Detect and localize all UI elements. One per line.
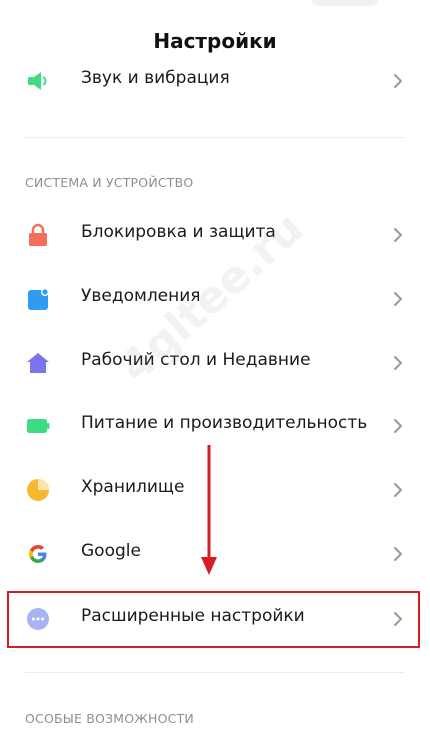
chevron-right-icon — [394, 228, 402, 242]
status-bar-remnant — [0, 0, 430, 8]
settings-item-sound[interactable]: Звук и вибрация — [0, 53, 430, 109]
chevron-right-icon — [394, 292, 402, 306]
page-title: Настройки — [153, 29, 277, 53]
settings-item-label: Уведомления — [81, 286, 201, 306]
chevron-right-icon — [394, 356, 402, 370]
settings-item-label: Рабочий стол и Недавние — [81, 350, 311, 370]
chevron-right-icon — [394, 419, 402, 433]
settings-item-label: Питание и производительность — [81, 413, 368, 433]
chevron-right-icon — [394, 547, 402, 561]
google-icon — [29, 545, 47, 563]
settings-item-home-screen[interactable]: Рабочий стол и Недавние — [0, 335, 430, 391]
settings-item-notifications[interactable]: Уведомления — [0, 271, 430, 327]
battery-icon — [27, 419, 50, 433]
divider — [25, 672, 405, 673]
top-pill — [310, 0, 380, 6]
pie-chart-icon — [27, 479, 49, 501]
section-header-system: СИСТЕМА И УСТРОЙСТВО — [25, 175, 194, 190]
lock-icon — [29, 223, 47, 246]
settings-item-label: Google — [81, 541, 141, 561]
annotation-arrow-icon — [201, 445, 217, 575]
settings-item-label: Хранилище — [81, 477, 185, 497]
settings-item-lock[interactable]: Блокировка и защита — [0, 207, 430, 263]
chevron-right-icon — [394, 74, 402, 88]
chevron-right-icon — [394, 483, 402, 497]
divider — [25, 137, 405, 138]
settings-screen: Настройки Звук и вибрация СИСТЕМА И УСТР… — [0, 0, 430, 747]
settings-item-label: Звук и вибрация — [81, 68, 230, 88]
notification-icon — [28, 288, 49, 310]
settings-item-label: Блокировка и защита — [81, 222, 276, 242]
home-icon — [27, 353, 49, 373]
speaker-icon — [28, 72, 47, 90]
highlight-box — [7, 591, 420, 648]
section-header-accessibility: ОСОБЫЕ ВОЗМОЖНОСТИ — [25, 711, 194, 726]
